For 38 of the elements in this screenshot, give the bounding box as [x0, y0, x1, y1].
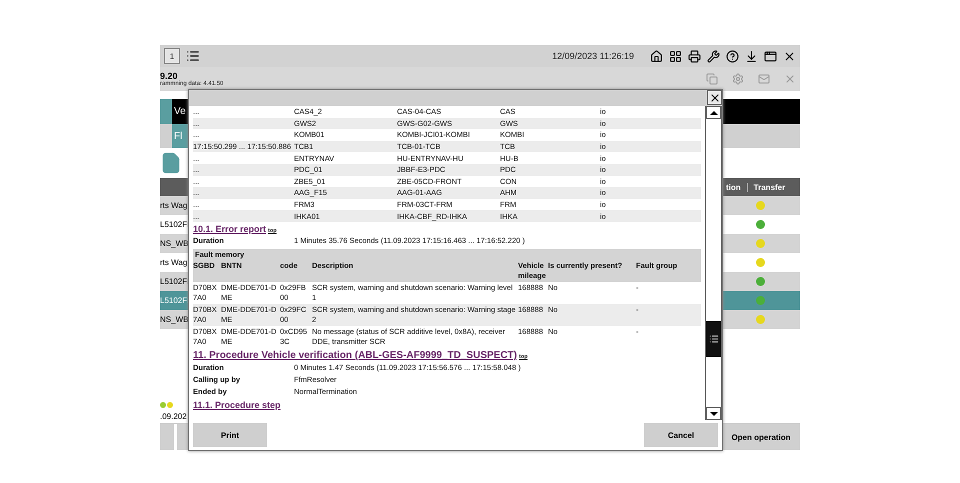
- section-link[interactable]: 11.1. Procedure step: [193, 400, 281, 410]
- close-icon[interactable]: [783, 50, 796, 62]
- table-row[interactable]: rts Wag: [160, 196, 190, 215]
- scroll-thumb[interactable]: [706, 321, 721, 357]
- section-link[interactable]: 10.1. Error report: [193, 224, 266, 234]
- down-arrow-icon: [710, 412, 718, 416]
- open-operation-button[interactable]: Open operation: [722, 424, 800, 450]
- page-button[interactable]: 1: [164, 48, 180, 64]
- table-row[interactable]: [720, 272, 800, 291]
- table-row[interactable]: NS_WB: [160, 310, 190, 329]
- scroll-down-button[interactable]: [706, 407, 721, 420]
- list-icon[interactable]: [186, 49, 200, 63]
- cancel-button[interactable]: Cancel: [644, 423, 718, 447]
- download-icon[interactable]: [745, 50, 758, 62]
- close-button[interactable]: [707, 90, 722, 105]
- section-link[interactable]: 11. Procedure Vehicle verification (ABL-GES-AF9999_TD_SUSPECT): [193, 350, 517, 361]
- scroll-up-button[interactable]: [706, 106, 721, 119]
- close-icon: [708, 92, 720, 104]
- table-row[interactable]: [720, 196, 800, 215]
- table-row[interactable]: [720, 234, 800, 253]
- wrench-icon[interactable]: [707, 50, 720, 62]
- up-arrow-icon: [710, 110, 718, 114]
- version-number: 9.20: [160, 71, 178, 81]
- window-icon[interactable]: [764, 50, 777, 62]
- date-text: .09.202: [160, 412, 188, 421]
- document-icon[interactable]: [160, 152, 182, 174]
- printer-icon[interactable]: [688, 50, 701, 62]
- table-header: [160, 178, 190, 196]
- grid-icon[interactable]: [669, 50, 682, 62]
- legend-dots-icon: [160, 402, 174, 408]
- help-icon[interactable]: [726, 50, 739, 62]
- print-button[interactable]: Print: [193, 423, 267, 447]
- home-icon[interactable]: [650, 50, 663, 62]
- datetime: 12/09/2023 11:26:19: [552, 51, 634, 61]
- table-row[interactable]: NS_WB: [160, 234, 190, 253]
- column-header: Transfer: [746, 182, 792, 192]
- scrollbar[interactable]: [705, 106, 722, 420]
- column-header: tion: [725, 182, 742, 192]
